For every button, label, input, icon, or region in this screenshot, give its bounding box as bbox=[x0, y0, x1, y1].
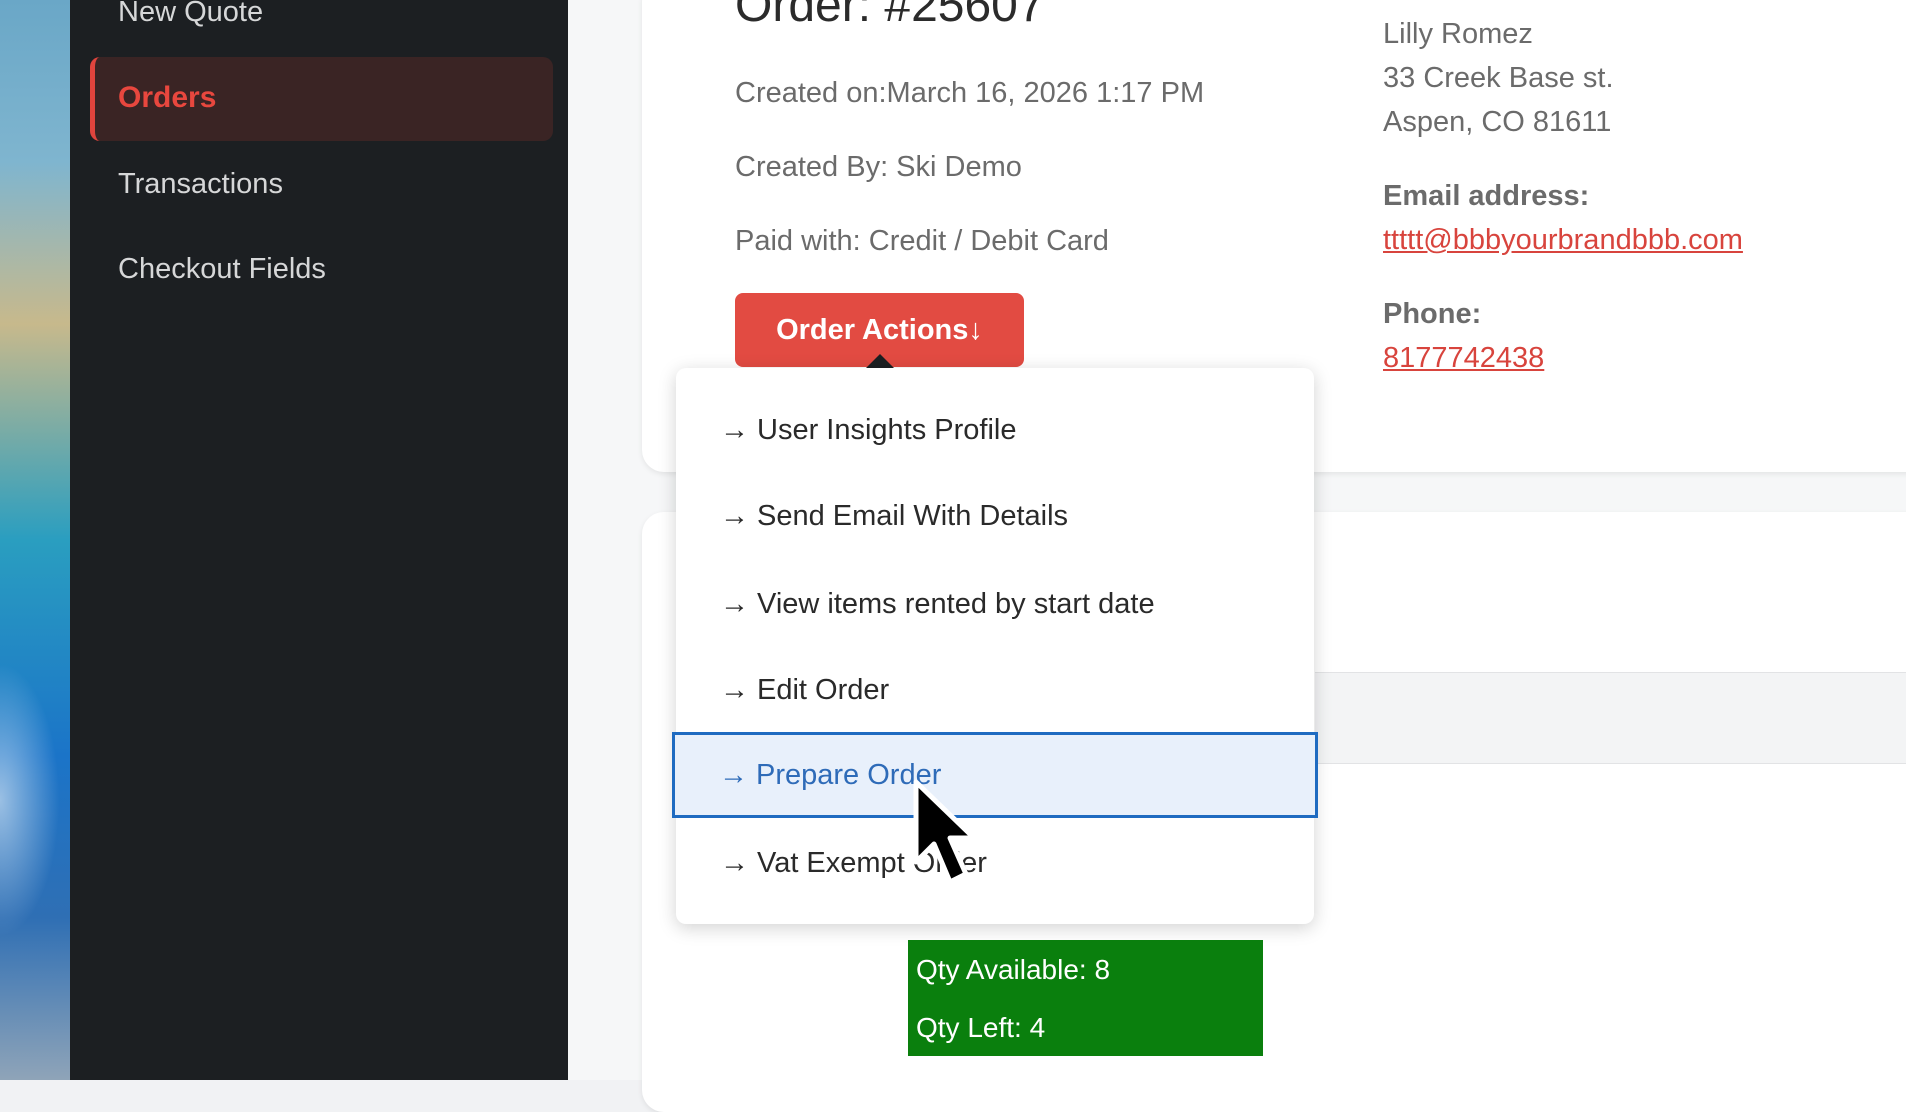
arrow-right-icon: → bbox=[720, 847, 749, 879]
menu-item-label: View items rented by start date bbox=[757, 588, 1155, 620]
customer-name: Lilly Romez bbox=[1383, 18, 1533, 50]
sidebar-item-checkout-fields[interactable]: Checkout Fields bbox=[118, 253, 326, 286]
menu-item-view-items-rented[interactable]: → View items rented by start date bbox=[676, 561, 1314, 647]
phone-label: Phone: bbox=[1383, 298, 1482, 330]
page-title: Order: #25607 bbox=[735, 0, 1045, 32]
created-on-text: Created on:March 16, 2026 1:17 PM bbox=[735, 77, 1205, 109]
arrow-right-icon: → bbox=[720, 500, 749, 532]
customer-street: 33 Creek Base st. bbox=[1383, 62, 1614, 94]
sidebar: New Quote Orders Transactions Checkout F… bbox=[70, 0, 568, 1080]
qty-available-text: Qty Available: 8 bbox=[916, 954, 1111, 985]
arrow-right-icon: → bbox=[720, 414, 749, 446]
sidebar-item-orders[interactable]: Orders bbox=[90, 57, 553, 141]
menu-item-label: User Insights Profile bbox=[757, 414, 1017, 446]
qty-status-badge: Qty Available: 8 Qty Left: 4 bbox=[908, 940, 1263, 1056]
menu-item-edit-order[interactable]: → Edit Order bbox=[676, 647, 1314, 733]
menu-item-prepare-order[interactable]: → Prepare Order bbox=[672, 732, 1318, 818]
created-by-text: Created By: Ski Demo bbox=[735, 151, 1022, 183]
email-label: Email address: bbox=[1383, 180, 1590, 212]
order-actions-menu: → User Insights Profile → Send Email With … bbox=[672, 368, 1318, 924]
arrow-right-icon: → bbox=[720, 588, 749, 620]
arrow-right-icon: → bbox=[719, 759, 748, 791]
menu-item-user-insights-profile[interactable]: → User Insights Profile bbox=[676, 387, 1314, 473]
qty-left-text: Qty Left: 4 bbox=[916, 1012, 1046, 1043]
menu-item-label: Send Email With Details bbox=[757, 500, 1069, 532]
menu-item-label: Edit Order bbox=[757, 674, 890, 706]
mouse-cursor-icon bbox=[913, 779, 977, 885]
table-header-band bbox=[1315, 672, 1906, 764]
paid-with-text: Paid with: Credit / Debit Card bbox=[735, 225, 1109, 257]
menu-item-send-email-with-details[interactable]: → Send Email With Details bbox=[676, 473, 1314, 559]
menu-item-vat-exempt-order[interactable]: → Vat Exempt Order bbox=[676, 820, 1314, 906]
email-link[interactable]: ttttt@bbbyourbrandbbb.com bbox=[1383, 224, 1743, 257]
sidebar-item-label: Orders bbox=[118, 81, 217, 114]
phone-link[interactable]: 8177742438 bbox=[1383, 342, 1544, 375]
customer-city: Aspen, CO 81611 bbox=[1383, 106, 1612, 138]
arrow-right-icon: → bbox=[720, 674, 749, 706]
dropdown-caret bbox=[866, 354, 894, 368]
sidebar-item-new-quote[interactable]: New Quote bbox=[118, 0, 263, 29]
sidebar-item-transactions[interactable]: Transactions bbox=[118, 168, 283, 201]
desktop-wallpaper bbox=[0, 0, 70, 1080]
